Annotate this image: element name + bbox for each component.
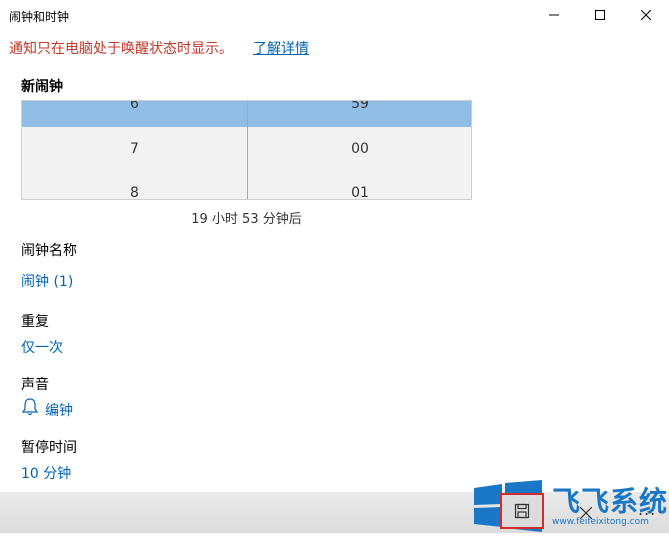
hour-column[interactable]: 6 7 8	[22, 101, 247, 199]
discard-button[interactable]	[579, 504, 593, 523]
minute-column[interactable]: 59 00 01	[248, 101, 471, 199]
more-button[interactable]: ...	[638, 500, 656, 519]
minute-item-current[interactable]: 00	[248, 141, 471, 157]
wake-notice: 通知只在电脑处于唤醒状态时显示。	[9, 41, 233, 57]
bell-icon	[21, 398, 39, 420]
repeat-value[interactable]: 仅一次	[21, 337, 63, 357]
snooze-value[interactable]: 10 分钟	[21, 463, 71, 483]
maximize-button[interactable]	[577, 0, 623, 30]
minute-item-prev[interactable]: 59	[248, 101, 471, 112]
close-icon	[641, 10, 651, 20]
countdown-text: 19 小时 53 分钟后	[191, 212, 302, 227]
window-close-button[interactable]	[623, 0, 669, 30]
sound-value[interactable]: 编钟	[45, 400, 73, 420]
learn-more-link[interactable]: 了解详情	[253, 38, 309, 58]
minimize-button[interactable]	[531, 0, 577, 30]
hour-item-prev[interactable]: 6	[22, 101, 247, 112]
snooze-label: 暂停时间	[21, 440, 77, 456]
minute-item-next[interactable]: 01	[248, 185, 471, 199]
sound-label: 声音	[21, 377, 49, 393]
app-title: 闹钟和时钟	[9, 10, 70, 24]
new-alarm-title: 新闹钟	[21, 79, 63, 95]
hour-item-next[interactable]: 8	[22, 185, 247, 199]
alarm-name-label: 闹钟名称	[21, 243, 77, 259]
repeat-label: 重复	[21, 314, 49, 330]
save-button[interactable]	[500, 493, 544, 529]
maximize-icon	[595, 10, 605, 20]
time-picker[interactable]: 6 7 8 59 00 01	[21, 100, 472, 200]
alarm-name-value[interactable]: 闹钟 (1)	[21, 271, 73, 291]
close-icon	[579, 506, 593, 520]
hour-item-current[interactable]: 7	[22, 141, 247, 157]
watermark-url: www.feifeixitong.com	[552, 517, 649, 527]
title-bar: 闹钟和时钟	[0, 0, 669, 30]
save-icon	[514, 503, 530, 519]
minimize-icon	[549, 14, 559, 16]
